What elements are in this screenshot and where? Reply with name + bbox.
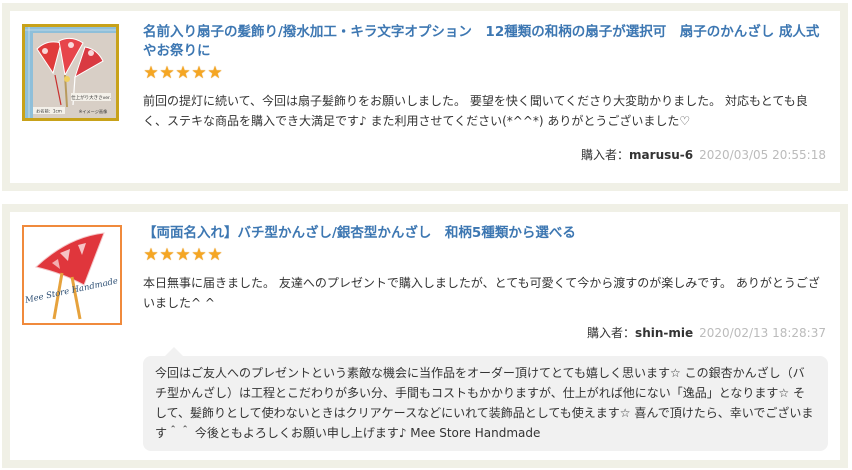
product-thumbnail[interactable]: Mee Store Handmade xyxy=(22,225,122,325)
review-body: 名前入り扇子の髪飾り/撥水加工・キラ文字オプション 12種類の和柄の扇子が選択可… xyxy=(143,23,830,131)
star-icon: ★ xyxy=(191,63,207,83)
star-rating: ★ ★ ★ ★ ★ xyxy=(143,63,830,83)
star-icon: ★ xyxy=(159,245,175,265)
star-rating: ★ ★ ★ ★ ★ xyxy=(143,245,830,265)
bachi-kanzashi-image: Mee Store Handmade xyxy=(24,227,120,323)
review-card-inner: 仕上がり大きさver. お名前：1cm ※イメージ画像 名前入り扇子の髪飾り/撥… xyxy=(10,11,840,183)
product-thumbnail[interactable]: 仕上がり大きさver. お名前：1cm ※イメージ画像 xyxy=(22,24,119,121)
review-text: 前回の提灯に続いて、今回は扇子髪飾りをお願いしました。 要望を快く聞いてくださり… xyxy=(143,94,808,128)
thumb-size-text: お名前：1cm xyxy=(36,108,62,115)
thumb-image-note-text: ※イメージ画像 xyxy=(79,108,108,115)
buyer-label: 購入者： xyxy=(581,148,630,162)
thumb-note-text: 仕上がり大きさver. xyxy=(71,94,111,101)
seller-reply: 今回はご友人へのプレゼントという素敵な機会に当作品をオーダー頂けてとても嬉しく思… xyxy=(143,347,828,451)
star-icon: ★ xyxy=(143,63,159,83)
star-icon: ★ xyxy=(143,245,159,265)
product-title-link[interactable]: 名前入り扇子の髪飾り/撥水加工・キラ文字オプション 12種類の和柄の扇子が選択可… xyxy=(143,23,830,61)
star-icon: ★ xyxy=(207,63,223,83)
star-icon: ★ xyxy=(159,63,175,83)
fan-hairpin-image: 仕上がり大きさver. お名前：1cm ※イメージ画像 xyxy=(25,27,116,118)
buyer-label: 購入者： xyxy=(587,326,636,340)
product-title-link[interactable]: 【両面名入れ】バチ型かんざし/銀杏型かんざし 和柄5種類から選べる xyxy=(143,224,830,243)
review-card: Mee Store Handmade 【両面名入れ】バチ型かんざし/銀杏型かんざ… xyxy=(2,204,848,468)
review-meta: 購入者：marusu-6 2020/03/05 20:55:18 xyxy=(581,146,826,163)
review-body: 【両面名入れ】バチ型かんざし/銀杏型かんざし 和柄5種類から選べる ★ ★ ★ … xyxy=(143,224,830,313)
star-icon: ★ xyxy=(175,245,191,265)
review-date: 2020/02/13 18:28:37 xyxy=(699,326,826,340)
star-icon: ★ xyxy=(175,63,191,83)
review-text: 本日無事に届きました。 友達へのプレゼントで購入しましたが、とても可愛くて今から… xyxy=(143,276,820,310)
review-card: 仕上がり大きさver. お名前：1cm ※イメージ画像 名前入り扇子の髪飾り/撥… xyxy=(2,3,848,191)
star-icon: ★ xyxy=(207,245,223,265)
review-date: 2020/03/05 20:55:18 xyxy=(699,148,826,162)
review-card-inner: Mee Store Handmade 【両面名入れ】バチ型かんざし/銀杏型かんざ… xyxy=(10,212,840,460)
review-meta: 購入者：shin-mie 2020/02/13 18:28:37 xyxy=(587,324,826,341)
star-icon: ★ xyxy=(191,245,207,265)
buyer-name: shin-mie xyxy=(635,326,694,340)
buyer-name: marusu-6 xyxy=(629,148,694,162)
